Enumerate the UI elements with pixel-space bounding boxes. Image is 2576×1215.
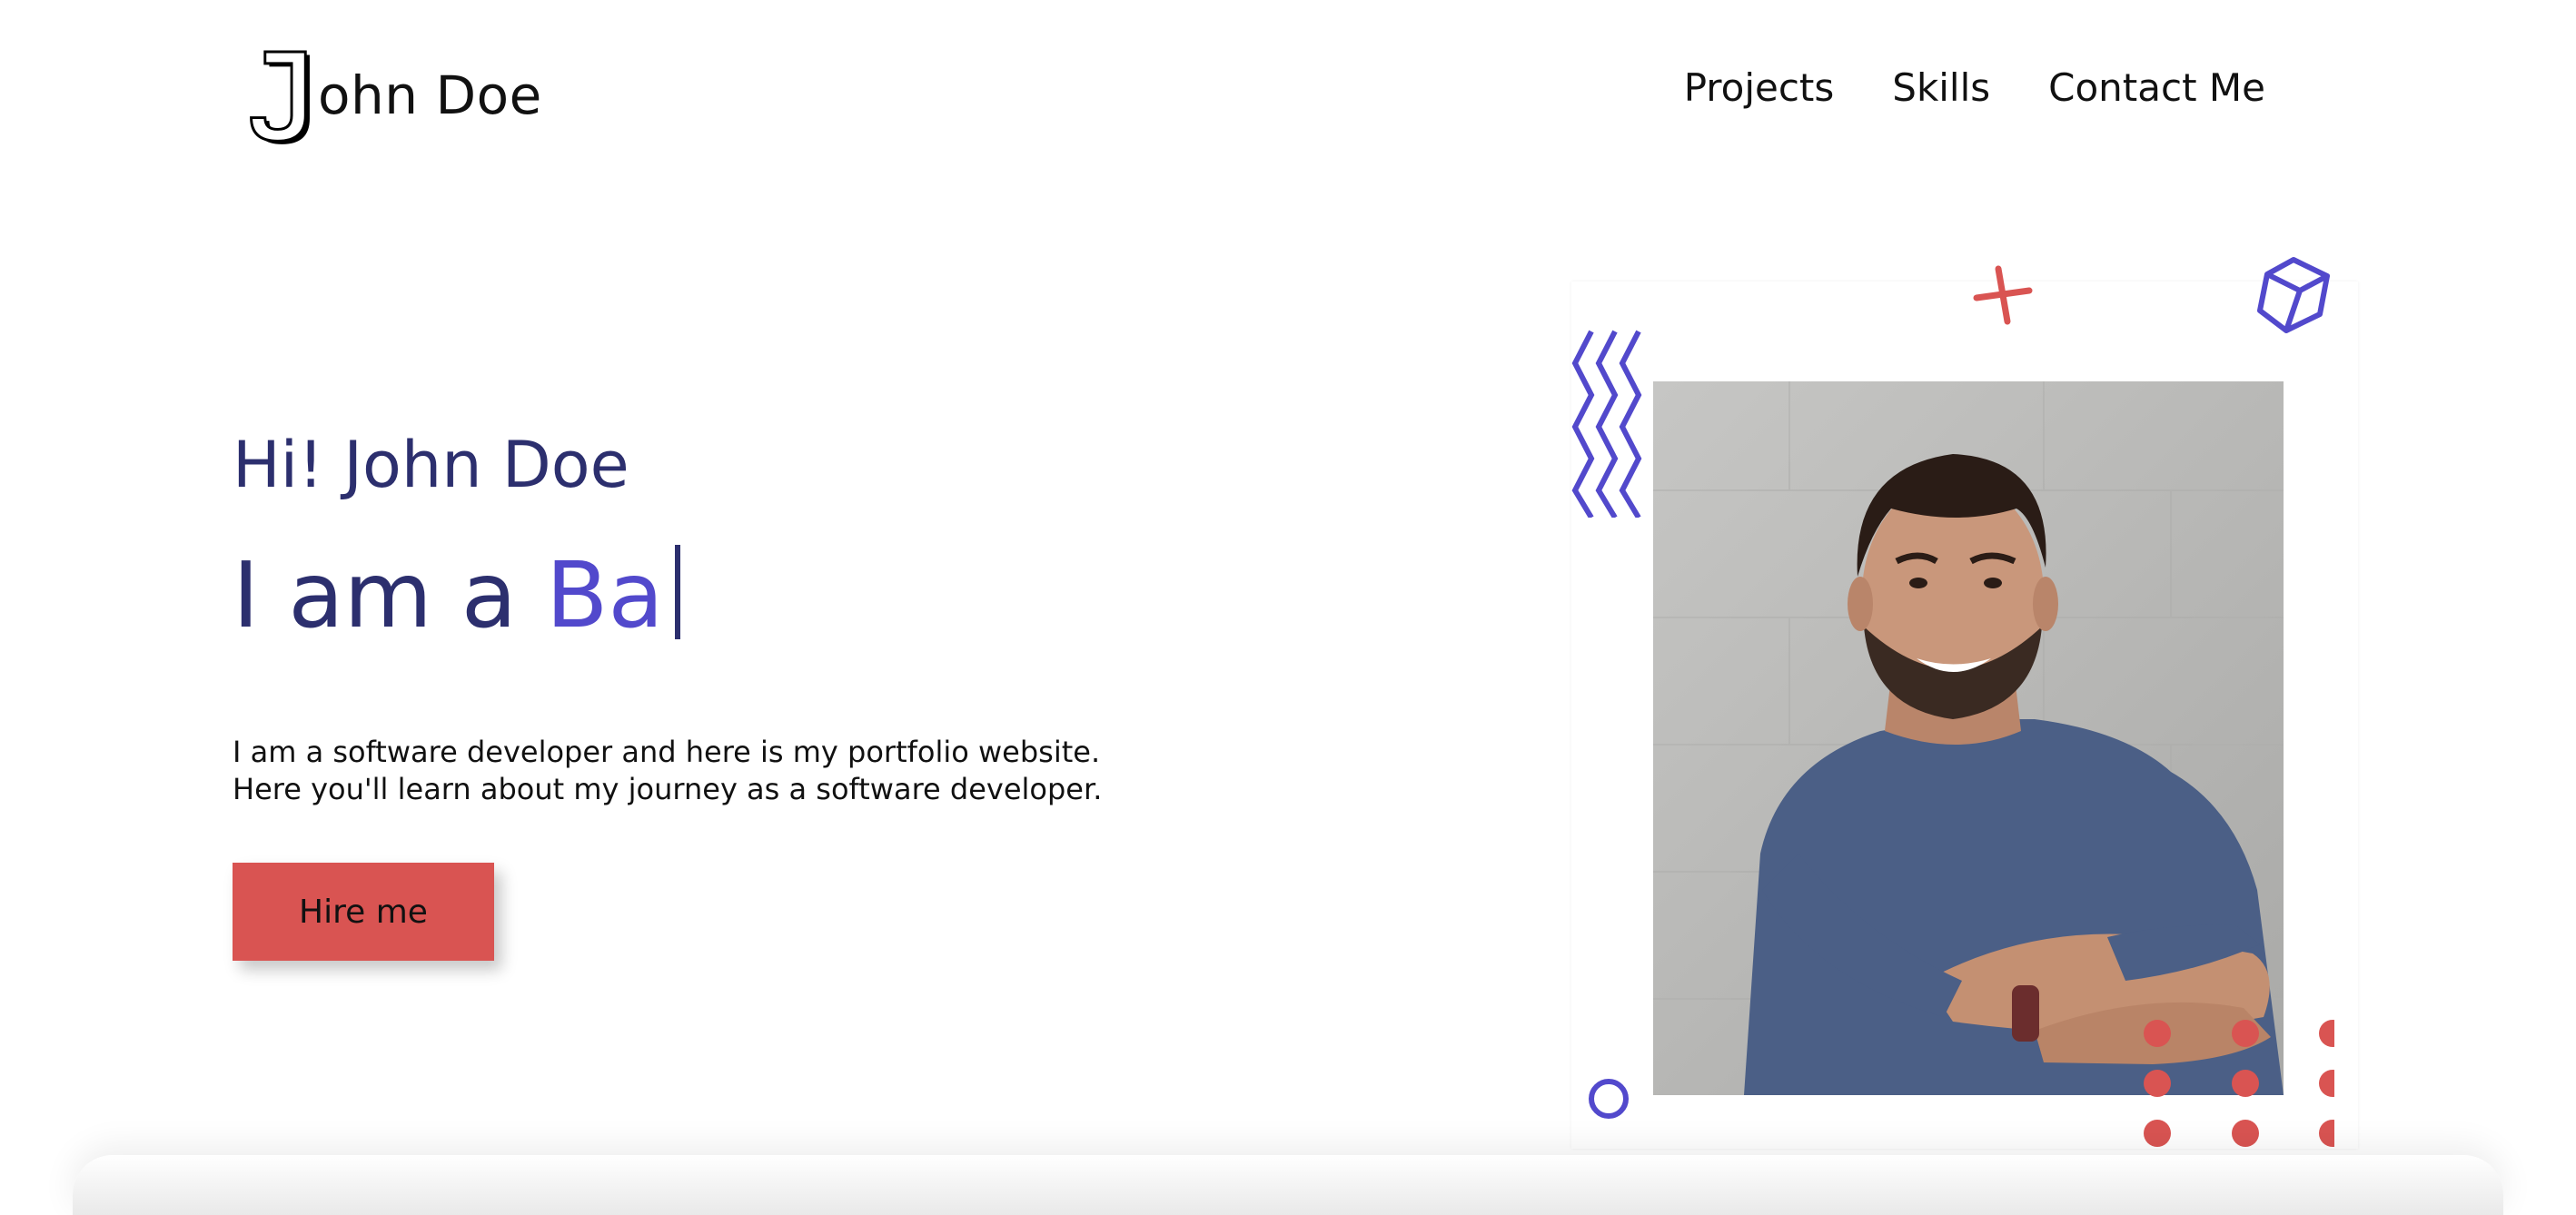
- next-section-edge: [73, 1155, 2503, 1215]
- typed-headline: I am a Ba: [233, 541, 1413, 650]
- logo-j-icon: [250, 50, 310, 144]
- profile-photo: [1653, 381, 2284, 1095]
- typing-caret: [674, 545, 680, 639]
- typed-word: Ba: [545, 542, 664, 648]
- hire-me-button[interactable]: Hire me: [233, 863, 494, 961]
- hero-image-area: [1571, 254, 2371, 1153]
- intro-text: I am a software developer and here is my…: [233, 734, 1413, 808]
- logo[interactable]: ohn Doe: [242, 45, 542, 145]
- zigzag-icon: [1571, 330, 1642, 518]
- greeting: Hi! John Doe: [233, 428, 629, 502]
- plus-icon: [1973, 265, 2033, 325]
- nav-skills[interactable]: Skills: [1892, 65, 1990, 110]
- site-header: ohn Doe Projects Skills Contact Me: [0, 0, 2576, 182]
- portrait-illustration: [1653, 381, 2284, 1095]
- circle-icon: [1589, 1079, 1629, 1119]
- main-nav: Projects Skills Contact Me: [1684, 65, 2265, 110]
- nav-projects[interactable]: Projects: [1684, 65, 1835, 110]
- typed-prefix: I am a: [233, 542, 546, 648]
- logo-text: ohn Doe: [318, 64, 542, 126]
- dot-grid-icon: [2144, 1020, 2334, 1147]
- intro-line-1: I am a software developer and here is my…: [233, 735, 1101, 769]
- intro-line-2: Here you'll learn about my journey as a …: [233, 772, 1103, 806]
- hero-intro: Hi! John Doe I am a Ba I am a software d…: [233, 427, 1413, 961]
- cube-icon: [2257, 257, 2330, 333]
- nav-contact[interactable]: Contact Me: [2048, 65, 2265, 110]
